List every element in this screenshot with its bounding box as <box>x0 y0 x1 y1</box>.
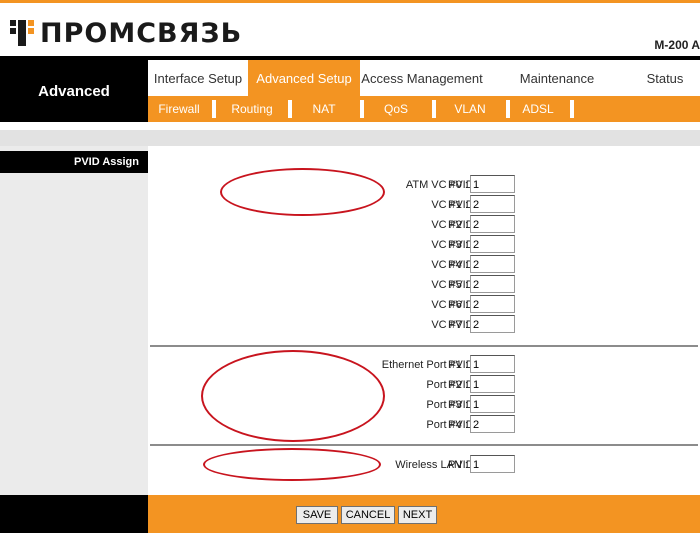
model-name: M-200 A <box>654 38 700 52</box>
cancel-button[interactable]: CANCEL <box>341 506 395 524</box>
pvid-input-vc4[interactable]: 2 <box>470 255 515 273</box>
subtab-divider <box>212 100 216 118</box>
pvid-row-vc7: VC #7 : PVID 2 <box>150 315 698 335</box>
subtab-qos[interactable]: QoS <box>366 96 426 122</box>
pvid-row-port4: Port #4 : PVID 2 <box>150 415 698 435</box>
pvid-input-port4[interactable]: 2 <box>470 415 515 433</box>
panel-label: PVID Assign <box>0 151 148 173</box>
pvid-row-vc6: VC #6 : PVID 2 <box>150 295 698 315</box>
sub-nav: Firewall Routing NAT QoS VLAN ADSL <box>148 96 700 122</box>
pvid-row-port3: Port #3 : PVID 1 <box>150 395 698 415</box>
subtab-adsl[interactable]: ADSL <box>510 96 566 122</box>
content-top-strip <box>0 130 700 146</box>
section-divider <box>150 345 698 347</box>
pvid-input-vc7[interactable]: 2 <box>470 315 515 333</box>
top-accent-line <box>0 0 700 3</box>
subtab-firewall[interactable]: Firewall <box>148 96 210 122</box>
save-button[interactable]: SAVE <box>296 506 338 524</box>
pvid-row-ethernet-port1: Ethernet Port #1 : PVID 1 <box>150 355 698 375</box>
pvid-input-vc1[interactable]: 2 <box>470 195 515 213</box>
left-column <box>0 146 148 495</box>
pvid-input-vc5[interactable]: 2 <box>470 275 515 293</box>
pvid-row-vc2: VC #2 : PVID 2 <box>150 215 698 235</box>
section-divider <box>150 444 698 446</box>
subtab-routing[interactable]: Routing <box>218 96 286 122</box>
tab-maintenance[interactable]: Maintenance <box>484 60 630 96</box>
pvid-input-vc3[interactable]: 2 <box>470 235 515 253</box>
pvid-input-port2[interactable]: 1 <box>470 375 515 393</box>
subtab-vlan[interactable]: VLAN <box>438 96 502 122</box>
pvid-input-vc6[interactable]: 2 <box>470 295 515 313</box>
pvid-row-vc3: VC #3 : PVID 2 <box>150 235 698 255</box>
pvid-input-port3[interactable]: 1 <box>470 395 515 413</box>
pvid-row-vc4: VC #4 : PVID 2 <box>150 255 698 275</box>
subtab-nat[interactable]: NAT <box>294 96 354 122</box>
section-title: Advanced <box>38 82 110 100</box>
brand-logo: ПРОМСВЯЗЬ <box>8 14 242 52</box>
pvid-input-wireless-lan[interactable]: 1 <box>470 455 515 473</box>
subtab-divider <box>288 100 292 118</box>
logo-icon <box>8 16 36 50</box>
next-button[interactable]: NEXT <box>398 506 437 524</box>
subtab-divider <box>570 100 574 118</box>
main-nav: Interface Setup Advanced Setup Access Ma… <box>148 60 700 96</box>
tab-status[interactable]: Status <box>630 60 700 96</box>
tab-access-management[interactable]: Access Management <box>360 60 484 96</box>
pvid-row-port2: Port #2 : PVID 1 <box>150 375 698 395</box>
pvid-row-vc1: VC #1 : PVID 2 <box>150 195 698 215</box>
pvid-input-ethernet-port1[interactable]: 1 <box>470 355 515 373</box>
pvid-row-wireless-lan: Wireless LAN : PVID 1 <box>150 455 698 475</box>
subtab-divider <box>432 100 436 118</box>
tab-advanced-setup[interactable]: Advanced Setup <box>248 60 360 96</box>
pvid-row-atm-vc0: ATM VC #0 : PVID 1 <box>150 175 698 195</box>
pvid-input-vc2[interactable]: 2 <box>470 215 515 233</box>
subtab-divider <box>360 100 364 118</box>
logo-text: ПРОМСВЯЗЬ <box>40 17 243 49</box>
pvid-input-atm-vc0[interactable]: 1 <box>470 175 515 193</box>
footer-left <box>0 495 148 533</box>
pvid-row-vc5: VC #5 : PVID 2 <box>150 275 698 295</box>
tab-interface-setup[interactable]: Interface Setup <box>148 60 248 96</box>
